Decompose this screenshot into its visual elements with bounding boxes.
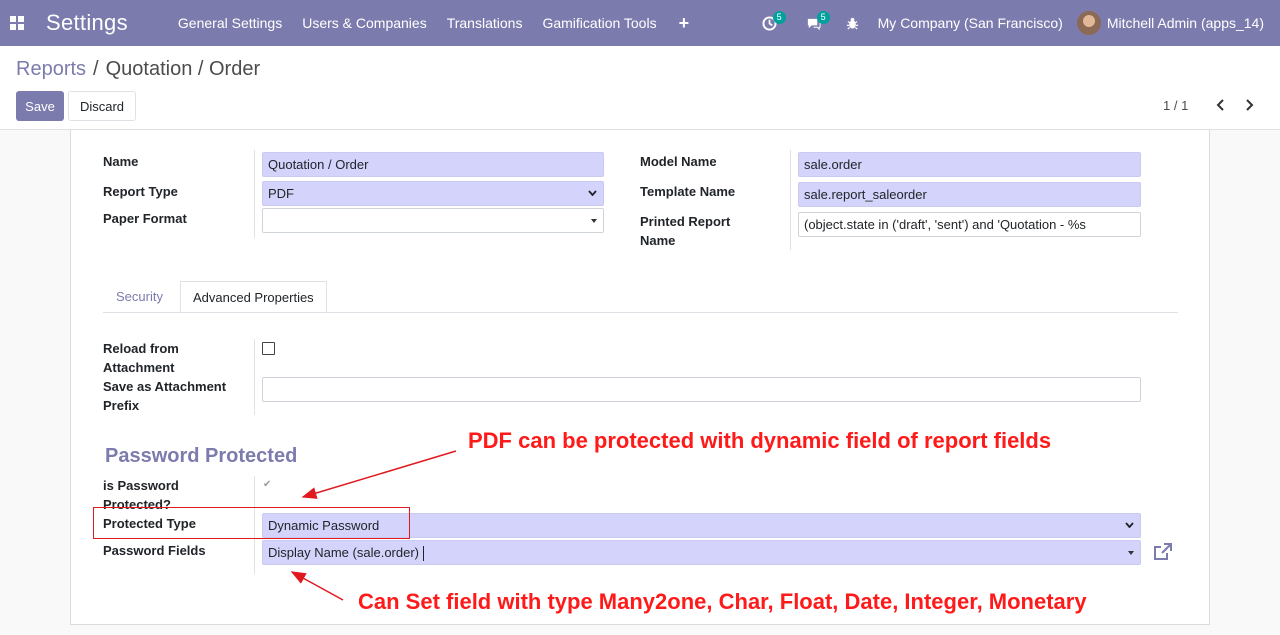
chevron-down-icon: [588, 190, 597, 196]
activity-clock-icon[interactable]: 5: [748, 0, 792, 46]
checkmark-icon[interactable]: ✔: [263, 479, 271, 490]
text-cursor: [422, 546, 424, 562]
printed-name-label-line1: Printed Report: [640, 214, 731, 229]
breadcrumb: Reports / Quotation / Order: [16, 58, 260, 81]
caret-down-icon: [1128, 551, 1134, 555]
breadcrumb-separator: /: [93, 58, 99, 80]
divider: [790, 150, 791, 250]
form-sheet: Name Report Type Paper Format Quotation …: [70, 130, 1210, 625]
template-name-label: Template Name: [640, 184, 736, 199]
discard-button[interactable]: Discard: [68, 91, 136, 121]
highlight-box: [93, 507, 410, 539]
pager-value[interactable]: 1 / 1: [1163, 98, 1188, 113]
report-type-select[interactable]: PDF: [262, 181, 604, 206]
breadcrumb-reports[interactable]: Reports: [16, 58, 86, 81]
attachment-prefix-label: Save as Attachment Prefix: [103, 377, 226, 415]
prefix-label-line2: Prefix: [103, 398, 140, 413]
divider: [254, 339, 255, 415]
tab-advanced-properties[interactable]: Advanced Properties: [180, 281, 327, 313]
plus-icon[interactable]: +: [667, 13, 702, 34]
password-fields-label: Password Fields: [103, 543, 206, 558]
app-title[interactable]: Settings: [46, 10, 128, 36]
paper-format-label: Paper Format: [103, 211, 187, 226]
menu-gamification-tools[interactable]: Gamification Tools: [532, 15, 666, 31]
menu-users-companies[interactable]: Users & Companies: [292, 15, 437, 31]
prefix-label-line1: Save as Attachment: [103, 379, 227, 394]
divider: [254, 150, 255, 238]
caret-down-icon: [591, 219, 597, 223]
debug-bug-icon[interactable]: [836, 0, 870, 46]
report-type-value: PDF: [268, 186, 294, 201]
messages-chat-icon[interactable]: 5: [792, 0, 836, 46]
messages-badge: 5: [816, 11, 830, 24]
paper-format-field[interactable]: [262, 208, 604, 233]
apps-menu-icon[interactable]: [0, 0, 34, 46]
printed-name-label: Printed Report Name: [640, 212, 730, 250]
user-menu[interactable]: Mitchell Admin (apps_14): [1076, 11, 1280, 35]
activity-badge: 5: [772, 11, 786, 24]
reload-attachment-checkbox[interactable]: [262, 342, 275, 355]
attachment-prefix-field[interactable]: [262, 377, 1141, 402]
reload-attachment-label: Reload from Attachment: [103, 339, 179, 377]
password-fields-field[interactable]: Display Name (sale.order): [262, 540, 1141, 565]
model-name-label: Model Name: [640, 154, 717, 169]
template-name-field[interactable]: sale.report_saleorder: [798, 182, 1141, 207]
company-switcher[interactable]: My Company (San Francisco): [870, 15, 1077, 31]
pager-previous-icon[interactable]: [1212, 96, 1230, 114]
name-field[interactable]: Quotation / Order: [262, 152, 604, 177]
reload-label-line1: Reload from: [103, 341, 179, 356]
external-link-icon[interactable]: [1153, 543, 1173, 561]
save-button[interactable]: Save: [16, 91, 64, 121]
pager-next-icon[interactable]: [1240, 96, 1258, 114]
breadcrumb-current: Quotation / Order: [105, 58, 261, 80]
model-name-field[interactable]: sale.order: [798, 152, 1141, 177]
printed-name-field[interactable]: (object.state in ('draft', 'sent') and '…: [798, 212, 1141, 237]
menu-translations[interactable]: Translations: [437, 15, 533, 31]
tabs-divider: [103, 312, 1178, 313]
is-protected-label-line1: is Password: [103, 478, 179, 493]
annotation-bottom: Can Set field with type Many2one, Char, …: [358, 589, 1087, 614]
top-navbar: Settings General Settings Users & Compan…: [0, 0, 1280, 46]
menu-general-settings[interactable]: General Settings: [168, 15, 292, 31]
password-fields-value: Display Name (sale.order): [268, 545, 419, 560]
tab-security[interactable]: Security: [104, 281, 175, 313]
printed-name-label-line2: Name: [640, 233, 676, 248]
reload-label-line2: Attachment: [103, 360, 175, 375]
control-panel: Reports / Quotation / Order Save Discard…: [0, 46, 1280, 130]
report-type-label: Report Type: [103, 184, 178, 199]
main-menu: General Settings Users & Companies Trans…: [168, 13, 701, 34]
annotation-top: PDF can be protected with dynamic field …: [468, 428, 1052, 453]
name-label: Name: [103, 154, 139, 169]
chevron-down-icon: [1125, 522, 1134, 528]
user-name: Mitchell Admin (apps_14): [1106, 15, 1264, 31]
avatar: [1076, 11, 1101, 35]
password-section-title: Password Protected: [105, 445, 298, 467]
